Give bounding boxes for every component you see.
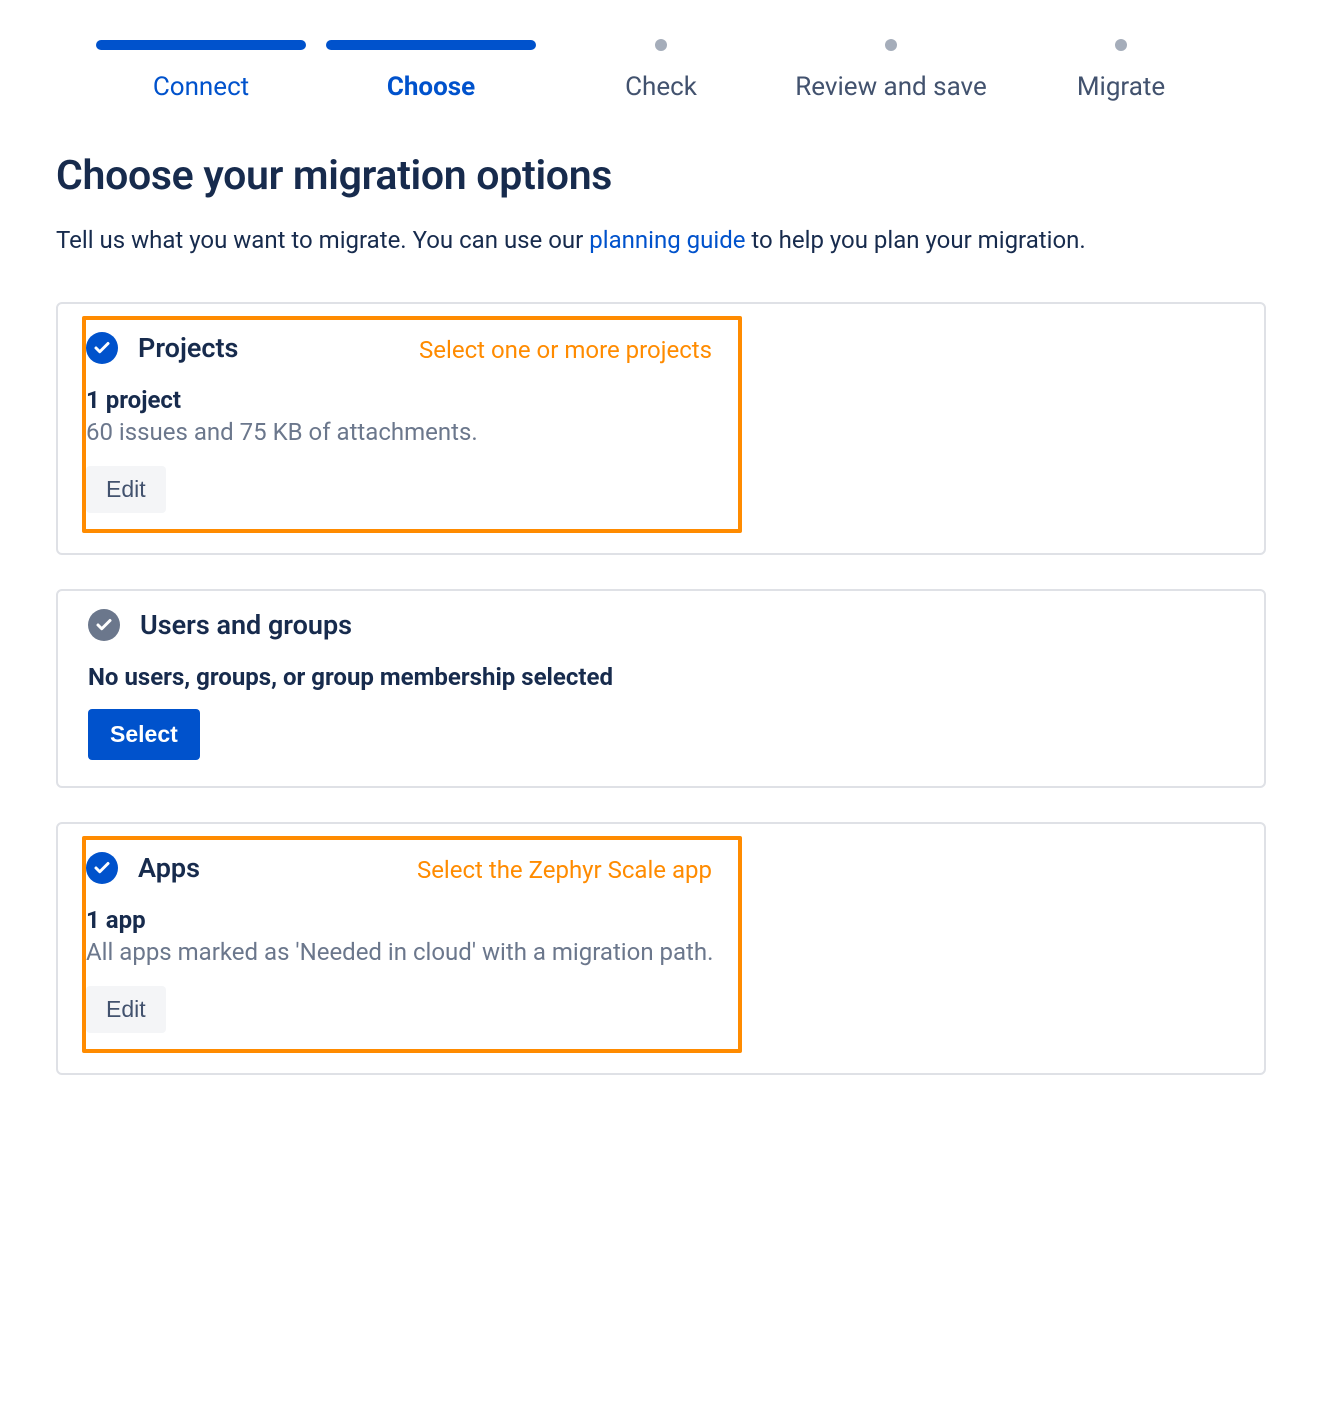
step-dot-icon [885, 39, 897, 51]
step-label: Check [625, 72, 697, 102]
check-icon [86, 332, 118, 364]
step-label: Migrate [1077, 72, 1165, 102]
check-icon [88, 609, 120, 641]
step-choose[interactable]: Choose [326, 40, 536, 102]
edit-projects-button[interactable]: Edit [86, 466, 166, 513]
projects-count: 1 project [86, 386, 722, 414]
step-review[interactable]: Review and save [786, 40, 996, 102]
card-projects: Projects Select one or more projects 1 p… [56, 302, 1266, 555]
step-connect[interactable]: Connect [96, 40, 306, 102]
card-apps: Apps Select the Zephyr Scale app 1 app A… [56, 822, 1266, 1075]
users-status: No users, groups, or group membership se… [88, 663, 1234, 691]
page-description: Tell us what you want to migrate. You ca… [56, 224, 1266, 256]
planning-guide-link[interactable]: planning guide [589, 226, 745, 254]
card-users: Users and groups No users, groups, or gr… [56, 589, 1266, 788]
check-icon [86, 852, 118, 884]
step-label: Review and save [795, 72, 987, 102]
edit-apps-button[interactable]: Edit [86, 986, 166, 1033]
step-progress-bar [96, 40, 306, 50]
step-migrate[interactable]: Migrate [1016, 40, 1226, 102]
step-progress-bar [326, 40, 536, 50]
apps-count: 1 app [86, 906, 722, 934]
highlight-apps: Apps Select the Zephyr Scale app 1 app A… [82, 836, 742, 1053]
annotation-apps: Select the Zephyr Scale app [417, 856, 712, 884]
description-text: Tell us what you want to migrate. You ca… [56, 226, 589, 254]
card-title: Users and groups [140, 609, 352, 641]
step-label: Choose [387, 72, 475, 102]
step-label: Connect [153, 72, 249, 102]
card-title: Apps [138, 852, 200, 884]
annotation-projects: Select one or more projects [419, 336, 712, 364]
description-text: to help you plan your migration. [745, 226, 1085, 254]
card-title: Projects [138, 332, 238, 364]
step-dot-icon [1115, 39, 1127, 51]
migration-stepper: Connect Choose Check Review and save Mig… [56, 40, 1266, 152]
highlight-projects: Projects Select one or more projects 1 p… [82, 316, 742, 533]
page-title: Choose your migration options [56, 152, 1266, 200]
projects-detail: 60 issues and 75 KB of attachments. [86, 418, 722, 446]
step-dot-icon [655, 39, 667, 51]
step-check[interactable]: Check [556, 40, 766, 102]
select-users-button[interactable]: Select [88, 709, 200, 760]
apps-detail: All apps marked as 'Needed in cloud' wit… [86, 938, 722, 966]
